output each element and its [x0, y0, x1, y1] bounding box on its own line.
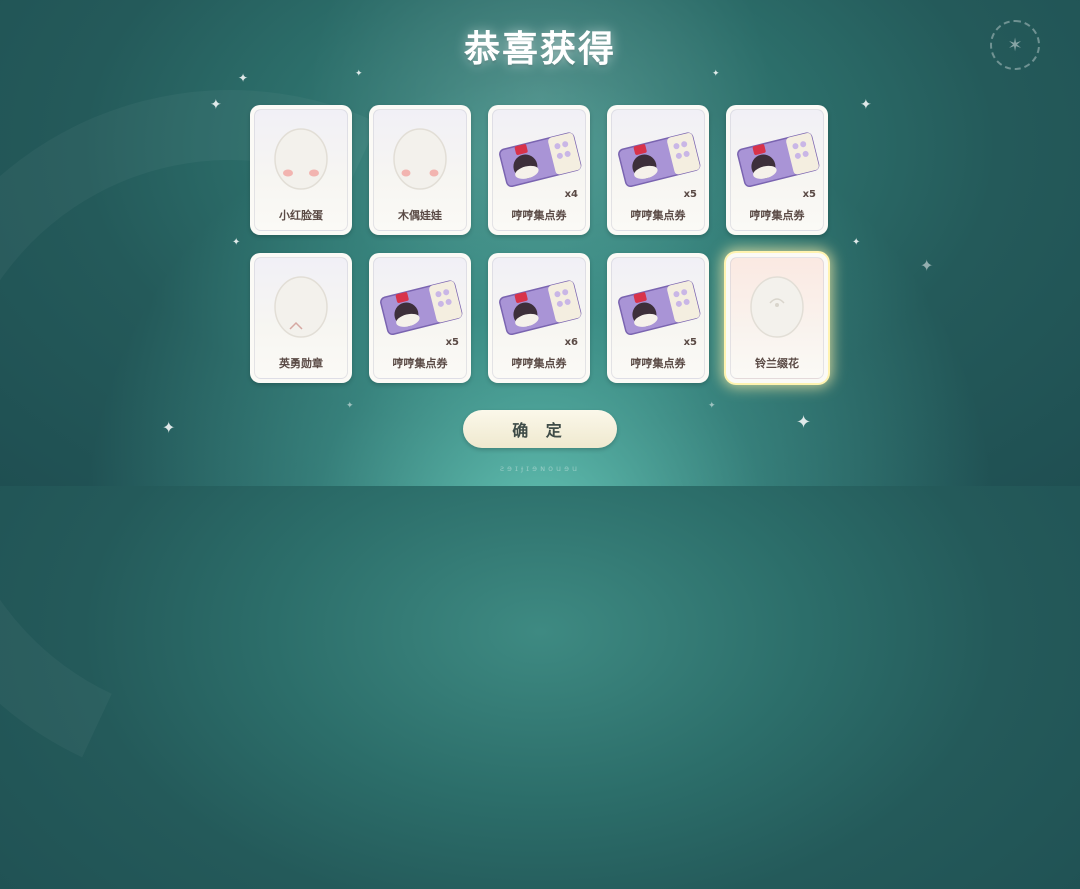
- reward-card[interactable]: x5 哼哼集点券: [607, 253, 709, 383]
- item-name: 哼哼集点券: [511, 209, 567, 222]
- item-name: 哼哼集点券: [630, 357, 686, 370]
- footer-decoration-text: ƨɘɪɟɪɘɴouɘu: [499, 464, 581, 473]
- item-quantity: x6: [564, 337, 578, 348]
- item-name: 哼哼集点券: [630, 209, 686, 222]
- confirm-button[interactable]: 确 定: [463, 410, 617, 448]
- item-name: 铃兰缀花: [755, 357, 799, 370]
- item-quantity: x4: [564, 189, 578, 200]
- blush-face-icon: [274, 128, 328, 190]
- reward-card[interactable]: 木偶娃娃: [369, 105, 471, 235]
- sparkle-icon: ✦: [232, 237, 241, 248]
- reward-card-highlighted[interactable]: 铃兰缀花: [726, 253, 828, 383]
- item-name: 木偶娃娃: [398, 209, 442, 222]
- item-quantity: x5: [802, 189, 816, 200]
- item-quantity: x5: [683, 189, 697, 200]
- sparkle-icon: ✦: [852, 237, 861, 248]
- page-title: 恭喜获得: [463, 29, 616, 70]
- reward-card[interactable]: x4 哼哼集点券: [488, 105, 590, 235]
- item-name: 哼哼集点券: [511, 357, 567, 370]
- sparkle-icon: ✦: [920, 256, 934, 275]
- medal-icon: [274, 276, 328, 338]
- sparkle-icon: ✦: [860, 97, 872, 113]
- reward-grid: 小红脸蛋 木偶娃娃 x4 哼哼集点券 x5 哼哼集点券 x5 哼哼集点券 英勇勋…: [250, 105, 830, 385]
- item-name: 英勇勋章: [279, 357, 323, 370]
- reward-card[interactable]: 英勇勋章: [250, 253, 352, 383]
- reward-card[interactable]: x5 哼哼集点券: [369, 253, 471, 383]
- puppet-doll-icon: [393, 128, 447, 190]
- sparkle-icon: ✦: [238, 71, 249, 85]
- item-name: 哼哼集点券: [392, 357, 448, 370]
- item-quantity: x5: [445, 337, 459, 348]
- lily-flower-icon: [750, 276, 804, 338]
- sparkle-icon: ✦: [708, 401, 716, 411]
- sparkle-icon: ✦: [210, 97, 222, 113]
- reward-card[interactable]: 小红脸蛋: [250, 105, 352, 235]
- reward-card[interactable]: x5 哼哼集点券: [726, 105, 828, 235]
- sparkle-icon: ✦: [162, 418, 176, 437]
- item-name: 哼哼集点券: [749, 209, 805, 222]
- reward-card[interactable]: x6 哼哼集点券: [488, 253, 590, 383]
- sparkle-icon: ✦: [796, 412, 812, 433]
- sparkle-icon: ✦: [346, 401, 354, 411]
- reward-card[interactable]: x5 哼哼集点券: [607, 105, 709, 235]
- item-quantity: x5: [683, 337, 697, 348]
- item-name: 小红脸蛋: [279, 209, 323, 222]
